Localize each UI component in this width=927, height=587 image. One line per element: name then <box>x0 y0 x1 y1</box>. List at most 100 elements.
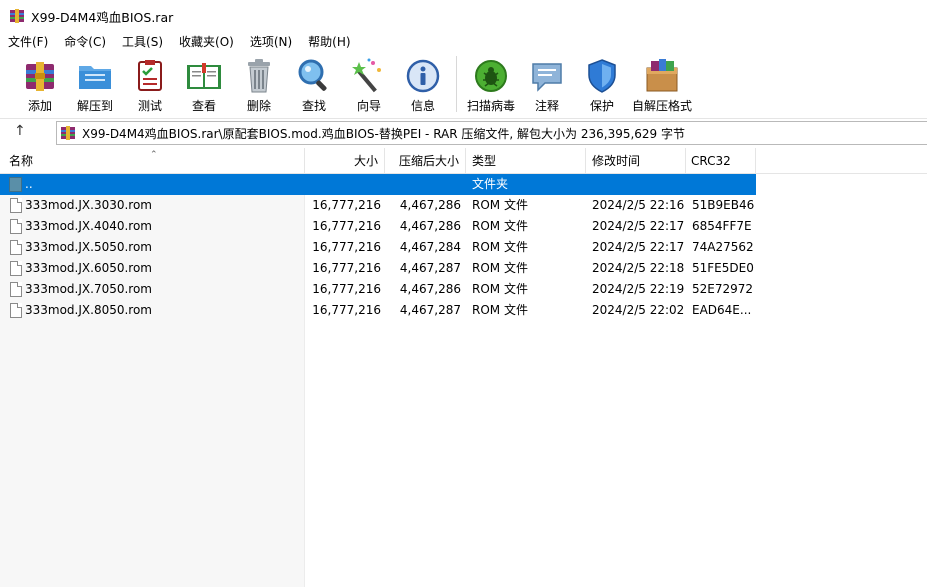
extract-to-button[interactable]: 解压到 <box>66 52 124 114</box>
up-arrow-icon[interactable]: ↑ <box>14 123 26 139</box>
column-header-crc[interactable]: CRC32 <box>686 148 756 174</box>
parent-folder-name: .. <box>25 177 33 191</box>
add-archive-icon <box>21 57 59 94</box>
find-magnifier-icon <box>295 57 333 94</box>
info-button[interactable]: 信息 <box>396 52 450 114</box>
protect-button[interactable]: 保护 <box>575 52 629 114</box>
table-row[interactable]: 333mod.JX.4040.rom 16,777,216 4,467,286 … <box>0 216 756 237</box>
file-name: 333mod.JX.5050.rom <box>25 240 152 254</box>
info-label: 信息 <box>410 99 435 113</box>
file-size: 16,777,216 <box>312 240 381 254</box>
window-title: X99-D4M4鸡血BIOS.rar <box>31 9 174 25</box>
delete-label: 删除 <box>246 99 271 113</box>
file-modified: 2024/2/5 22:19 <box>592 282 685 296</box>
file-modified: 2024/2/5 22:17 <box>592 219 685 233</box>
file-icon <box>10 303 22 318</box>
file-name: 333mod.JX.6050.rom <box>25 261 152 275</box>
trash-icon <box>240 57 278 94</box>
menu-commands[interactable]: 命令(C) <box>56 32 114 52</box>
file-name: 333mod.JX.7050.rom <box>25 282 152 296</box>
sfx-box-icon <box>643 57 681 94</box>
address-bar: ↑ X99-D4M4鸡血BIOS.rar\原配套BIOS.mod.鸡血BIOS-… <box>0 118 927 146</box>
menu-options[interactable]: 选项(N) <box>242 32 300 52</box>
file-size: 16,777,216 <box>312 261 381 275</box>
menu-bar: 文件(F) 命令(C) 工具(S) 收藏夹(O) 选项(N) 帮助(H) <box>0 32 927 52</box>
column-type-label: 类型 <box>472 154 497 168</box>
column-header-modified[interactable]: 修改时间 <box>586 148 686 174</box>
extract-to-icon <box>76 57 114 94</box>
file-name: 333mod.JX.8050.rom <box>25 303 152 317</box>
file-type: ROM 文件 <box>472 303 528 317</box>
menu-favorites[interactable]: 收藏夹(O) <box>171 32 242 52</box>
file-crc: EAD64E... <box>692 303 752 317</box>
table-row[interactable]: 333mod.JX.3030.rom 16,777,216 4,467,286 … <box>0 195 756 216</box>
file-icon <box>10 240 22 255</box>
table-row[interactable]: 333mod.JX.6050.rom 16,777,216 4,467,287 … <box>0 258 756 279</box>
column-header-name[interactable]: 名称 ⌃ <box>0 148 305 174</box>
sort-ascending-icon: ⌃ <box>150 150 158 160</box>
virus-scan-button[interactable]: 扫描病毒 <box>463 52 519 114</box>
test-button[interactable]: 测试 <box>124 52 176 114</box>
extract-to-label: 解压到 <box>76 99 113 113</box>
file-type: ROM 文件 <box>472 240 528 254</box>
file-modified: 2024/2/5 22:16 <box>592 198 685 212</box>
column-header-packed[interactable]: 压缩后大小 <box>385 148 466 174</box>
file-icon <box>10 198 22 213</box>
test-label: 测试 <box>137 99 162 113</box>
file-packed-size: 4,467,286 <box>399 198 461 212</box>
file-packed-size: 4,467,287 <box>399 303 461 317</box>
file-crc: 52E72972 <box>692 282 754 296</box>
menu-file[interactable]: 文件(F) <box>0 32 56 52</box>
parent-folder-icon <box>9 177 22 192</box>
wizard-label: 向导 <box>356 99 381 113</box>
column-name-label: 名称 <box>9 154 34 168</box>
parent-folder-row[interactable]: .. 文件夹 <box>0 174 756 195</box>
find-label: 查找 <box>301 99 326 113</box>
comment-label: 注释 <box>534 99 559 113</box>
list-header: 名称 ⌃ 大小 压缩后大小 类型 修改时间 CRC32 <box>0 148 927 174</box>
file-size: 16,777,216 <box>312 282 381 296</box>
toolbar-separator <box>456 56 457 112</box>
file-crc: 74A27562 <box>692 240 754 254</box>
sfx-button[interactable]: 自解压格式 <box>629 52 695 114</box>
table-row[interactable]: 333mod.JX.5050.rom 16,777,216 4,467,284 … <box>0 237 756 258</box>
virus-scan-label: 扫描病毒 <box>466 99 515 113</box>
comment-button[interactable]: 注释 <box>519 52 575 114</box>
address-field[interactable]: X99-D4M4鸡血BIOS.rar\原配套BIOS.mod.鸡血BIOS-替换… <box>56 121 927 145</box>
toolbar: 添加 解压到 测试 查看 删除 查找 向导 信息 扫描病毒 注释 保护 自解压格… <box>0 52 927 118</box>
column-header-size[interactable]: 大小 <box>305 148 385 174</box>
file-type: ROM 文件 <box>472 198 528 212</box>
column-size-label: 大小 <box>353 154 378 168</box>
comment-icon <box>528 57 566 94</box>
virus-scan-icon <box>472 57 510 94</box>
delete-button[interactable]: 删除 <box>232 52 286 114</box>
info-icon <box>404 57 442 94</box>
column-modified-label: 修改时间 <box>592 154 641 168</box>
view-button[interactable]: 查看 <box>176 52 232 114</box>
file-packed-size: 4,467,286 <box>399 282 461 296</box>
find-button[interactable]: 查找 <box>286 52 342 114</box>
file-type: ROM 文件 <box>472 261 528 275</box>
view-book-icon <box>185 57 223 94</box>
shield-icon <box>583 57 621 94</box>
file-icon <box>10 261 22 276</box>
file-size: 16,777,216 <box>312 219 381 233</box>
add-button[interactable]: 添加 <box>14 52 66 114</box>
file-type: ROM 文件 <box>472 219 528 233</box>
table-row[interactable]: 333mod.JX.8050.rom 16,777,216 4,467,287 … <box>0 300 756 321</box>
column-header-type[interactable]: 类型 <box>466 148 586 174</box>
file-icon <box>10 282 22 297</box>
wizard-button[interactable]: 向导 <box>342 52 396 114</box>
file-name: 333mod.JX.3030.rom <box>25 198 152 212</box>
address-text: X99-D4M4鸡血BIOS.rar\原配套BIOS.mod.鸡血BIOS-替换… <box>82 126 686 141</box>
add-label: 添加 <box>27 99 52 113</box>
archive-icon <box>60 125 76 141</box>
file-crc: 51B9EB46 <box>692 198 755 212</box>
file-crc: 6854FF7E <box>692 219 752 233</box>
table-row[interactable]: 333mod.JX.7050.rom 16,777,216 4,467,286 … <box>0 279 756 300</box>
title-bar: X99-D4M4鸡血BIOS.rar <box>0 0 927 32</box>
file-icon <box>10 219 22 234</box>
menu-tools[interactable]: 工具(S) <box>114 32 171 52</box>
menu-help[interactable]: 帮助(H) <box>300 32 358 52</box>
file-packed-size: 4,467,286 <box>399 219 461 233</box>
